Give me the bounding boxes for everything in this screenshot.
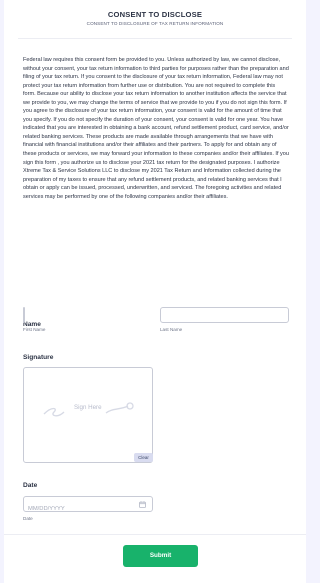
first-name-sublabel: First Name (23, 327, 46, 332)
form-title: CONSENT TO DISCLOSE (107, 10, 203, 19)
date-placeholder: MM/DD/YYYY (28, 506, 65, 512)
signature-placeholder: Sign Here (74, 404, 102, 411)
date-sublabel: Date (23, 516, 33, 521)
last-name-input[interactable] (160, 307, 289, 323)
date-label: Date (23, 482, 38, 489)
signature-scribble-icon (43, 402, 134, 417)
clear-signature-button[interactable]: Clear (134, 453, 153, 462)
last-name-sublabel: Last Name (160, 327, 183, 332)
consent-text: Federal law requires this consent form b… (23, 57, 289, 200)
submit-button[interactable]: Submit (123, 545, 198, 567)
form-header: CONSENT TO DISCLOSE CONSENT TO DISCLOSUR… (4, 10, 306, 26)
footer-divider (4, 534, 306, 535)
date-input[interactable]: MM/DD/YYYY (23, 496, 153, 512)
first-name-input[interactable] (23, 307, 25, 323)
header-divider (18, 38, 292, 39)
form-card: CONSENT TO DISCLOSE CONSENT TO DISCLOSUR… (4, 0, 306, 583)
calendar-icon[interactable] (139, 501, 146, 508)
form-subtitle: CONSENT TO DISCLOSURE OF TAX RETURN INFO… (86, 21, 224, 26)
signature-pad[interactable]: Sign Here (23, 367, 153, 463)
signature-label: Signature (23, 354, 54, 361)
